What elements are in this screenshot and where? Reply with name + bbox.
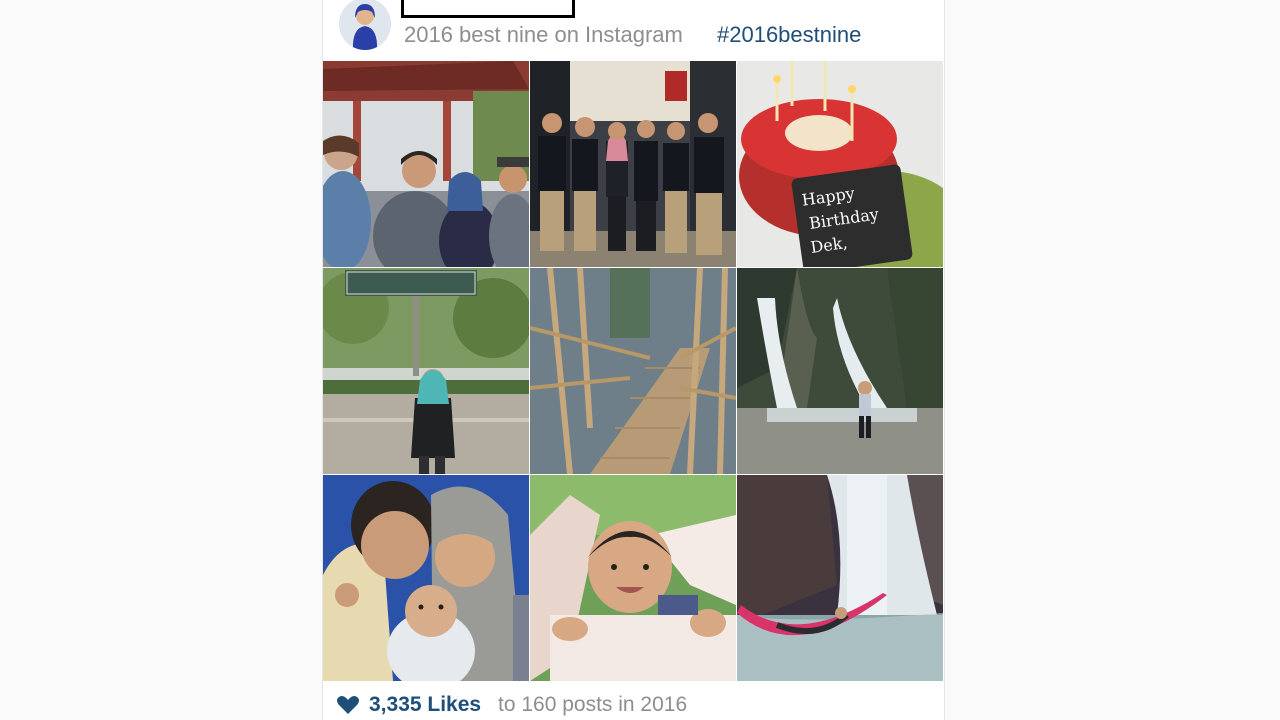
heart-icon[interactable] [337,695,359,715]
profile-avatar[interactable] [339,0,391,50]
mother-baby-selfie-photo[interactable] [323,475,529,681]
bamboo-bridge-photo[interactable] [530,268,736,474]
baby-in-box-photo[interactable] [530,475,736,681]
street-sign-portrait-photo[interactable] [323,268,529,474]
hashtag-link[interactable]: #2016bestnine [717,22,861,48]
posts-summary: to 160 posts in 2016 [498,693,688,716]
birthday-cake-photo[interactable]: Happy Birthday Dek, [737,61,943,267]
post-header: 2016 best nine on Instagram #2016bestnin… [323,0,944,61]
selfie-at-pavilion-photo[interactable] [323,61,529,267]
avatar-image [339,0,391,50]
hammock-waterfall-photo[interactable] [737,475,943,681]
username-redacted[interactable] [401,0,575,18]
waterfall-portrait-photo[interactable] [737,268,943,474]
best-nine-grid: Happy Birthday Dek, [323,61,944,682]
post-footer: 3,335 Likes to 160 posts in 2016 [323,682,944,720]
likes-count[interactable]: 3,335 Likes [369,693,481,717]
post-card: 2016 best nine on Instagram #2016bestnin… [322,0,945,720]
post-subtitle: 2016 best nine on Instagram [404,22,683,47]
team-group-photo[interactable] [530,61,736,267]
